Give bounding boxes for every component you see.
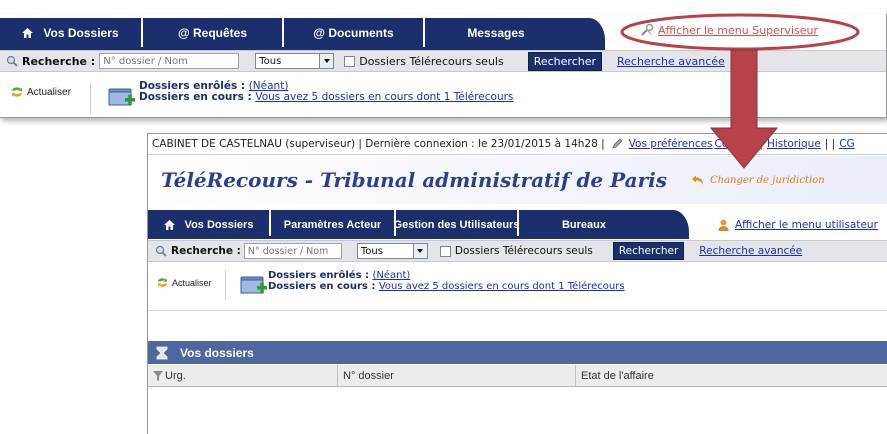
folder-add-icon <box>108 88 135 106</box>
search-label: Recherche : <box>171 245 241 257</box>
back-arrow-icon <box>691 175 703 185</box>
vos-dossiers-title: Vos dossiers <box>180 345 254 360</box>
dossier-summary: Dossiers enrôlés : (Néant) Dossiers en c… <box>139 81 513 103</box>
tools-icon <box>641 23 654 36</box>
tab-label: @ Documents <box>313 25 394 40</box>
select-value: Tous <box>259 55 282 67</box>
supervisor-menu-toggle[interactable]: Afficher le menu Superviseur <box>640 23 818 37</box>
telerecours-filter[interactable]: Dossiers Télérecours seuls <box>439 245 593 257</box>
tab-label: Paramètres Acteur <box>283 218 382 231</box>
enrolled-value-link[interactable]: (Néant) <box>372 270 410 281</box>
tab-documents[interactable]: @ Documents <box>284 18 425 47</box>
current-dossiers-link[interactable]: Vous avez 5 dossiers en cours dont 1 Tél… <box>379 281 625 292</box>
refresh-label: Actualiser <box>172 277 212 288</box>
search-button[interactable]: Rechercher <box>612 242 685 260</box>
search-input[interactable] <box>99 53 240 69</box>
search-filter-select[interactable]: Tous <box>255 53 335 69</box>
tab-label: Vos Dossiers <box>43 25 119 40</box>
divider <box>90 82 91 114</box>
history-link[interactable]: Historique <box>767 138 821 150</box>
refresh-button[interactable]: Actualiser <box>10 86 71 98</box>
chevron-down-icon <box>412 244 427 258</box>
user-menu-toggle[interactable]: Afficher le menu utilisateur <box>718 219 878 231</box>
user-info-text: CABINET DE CASTELNAU (superviseur) | Der… <box>152 138 605 150</box>
advanced-search-link[interactable]: Recherche avancée <box>617 55 725 68</box>
search-bar: Recherche : Tous Dossiers Télérecours se… <box>148 240 887 262</box>
tab-vos-dossiers[interactable]: Vos Dossiers <box>148 210 271 239</box>
supervisor-view-panel: Vos Dossiers @ Requêtes @ Documents Mess… <box>0 14 887 118</box>
select-value: Tous <box>360 245 383 257</box>
chevron-down-icon <box>319 54 334 68</box>
refresh-button[interactable]: Actualiser <box>156 277 212 288</box>
tab-parametres-acteur[interactable]: Paramètres Acteur <box>271 210 396 239</box>
column-label: Etat de l'affaire <box>581 369 654 382</box>
refresh-icon <box>12 87 22 97</box>
folder-add-icon <box>240 276 267 294</box>
cg-link[interactable]: CG <box>839 138 854 150</box>
screenshot-canvas: Vos Dossiers @ Requêtes @ Documents Mess… <box>0 0 887 434</box>
main-tab-bar: Vos Dossiers @ Requêtes @ Documents Mess… <box>0 18 605 47</box>
tab-label: Bureaux <box>561 218 607 231</box>
current-dossiers-link[interactable]: Vous avez 5 dossiers en cours dont 1 Tél… <box>255 91 513 103</box>
hourglass-icon <box>156 346 168 359</box>
home-icon <box>22 27 34 38</box>
checkbox-label: Dossiers Télérecours seuls <box>359 54 504 68</box>
telerecours-checkbox[interactable] <box>439 245 451 257</box>
change-jurisdiction-link[interactable]: Changer de juridiction <box>691 175 825 186</box>
pencil-icon <box>612 138 623 149</box>
search-label: Recherche : <box>22 54 96 68</box>
user-menu-link[interactable]: Afficher le menu utilisateur <box>735 219 878 231</box>
user-info-bar: CABINET DE CASTELNAU (superviseur) | Der… <box>148 134 887 155</box>
telerecours-filter[interactable]: Dossiers Télérecours seuls <box>344 54 504 68</box>
user-tab-bar: Vos Dossiers Paramètres Acteur Gestion d… <box>148 210 689 239</box>
tab-gestion-utilisateurs[interactable]: Gestion des Utilisateurs <box>393 210 520 239</box>
change-jurisdiction-label: Changer de juridiction <box>709 174 825 186</box>
tab-underline <box>148 236 689 239</box>
telerecours-checkbox[interactable] <box>344 55 356 67</box>
tab-requetes[interactable]: @ Requêtes <box>143 18 284 47</box>
tab-messages[interactable]: Messages <box>425 18 605 47</box>
dossier-summary: Dossiers enrôlés : (Néant) Dossiers en c… <box>268 270 625 292</box>
supervisor-menu-link[interactable]: Afficher le menu Superviseur <box>658 24 818 37</box>
app-title: TéléRecours - Tribunal administratif de … <box>161 168 667 192</box>
column-label: Urg. <box>165 369 186 382</box>
tab-bureaux[interactable]: Bureaux <box>519 210 689 239</box>
current-label: Dossiers en cours : <box>139 91 252 103</box>
advanced-search-link[interactable]: Recherche avancée <box>699 245 802 257</box>
search-filter-select[interactable]: Tous <box>356 243 428 259</box>
column-urg[interactable]: Urg. <box>148 365 338 386</box>
refresh-icon <box>157 277 168 288</box>
separator-text: | | <box>824 138 836 150</box>
column-numero-dossier[interactable]: N° dossier <box>338 365 576 386</box>
tab-label: Gestion des Utilisateurs <box>393 218 520 231</box>
column-etat-affaire[interactable]: Etat de l'affaire <box>576 365 887 386</box>
tab-label: @ Requêtes <box>177 25 248 40</box>
search-icon <box>155 245 167 257</box>
vos-dossiers-header: Vos dossiers <box>148 341 887 364</box>
search-input[interactable] <box>243 243 342 259</box>
search-icon <box>6 55 18 67</box>
tab-label: Messages <box>467 25 525 40</box>
checkbox-label: Dossiers Télérecours seuls <box>454 245 593 257</box>
search-bar: Recherche : Tous Dossiers Télérecours se… <box>0 50 886 72</box>
preferences-link[interactable]: Vos préférences <box>629 138 713 150</box>
app-header: TéléRecours - Tribunal administratif de … <box>148 156 887 204</box>
search-button[interactable]: Rechercher <box>527 51 602 71</box>
refresh-label: Actualiser <box>27 86 71 98</box>
divider <box>148 310 887 311</box>
enrolled-label: Dossiers enrôlés : <box>268 270 369 281</box>
home-icon <box>163 219 175 230</box>
divider <box>225 270 226 300</box>
contact-link[interactable]: Contact <box>715 138 756 150</box>
dossiers-table-header: Urg. N° dossier Etat de l'affaire <box>148 365 887 387</box>
user-icon <box>718 219 729 231</box>
current-label: Dossiers en cours : <box>268 281 376 292</box>
tab-vos-dossiers[interactable]: Vos Dossiers <box>0 18 143 47</box>
tab-label: Vos Dossiers <box>184 218 254 231</box>
column-label: N° dossier <box>343 369 394 382</box>
filter-icon <box>153 370 163 381</box>
user-view-panel: CABINET DE CASTELNAU (superviseur) | Der… <box>147 133 887 434</box>
